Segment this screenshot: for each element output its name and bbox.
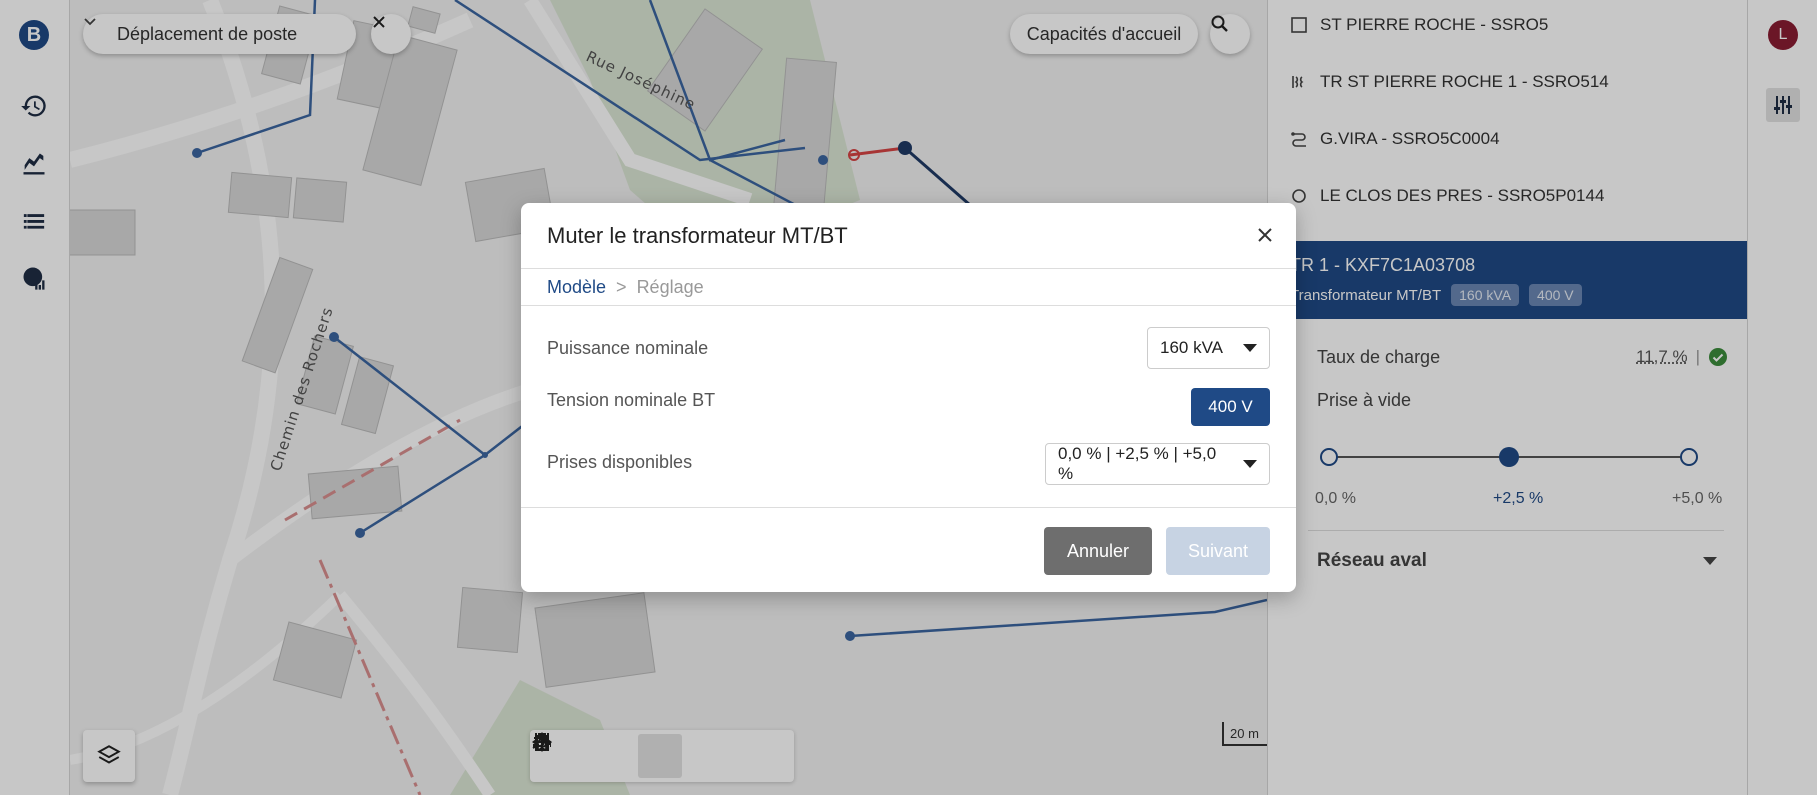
- power-label: Puissance nominale: [547, 338, 709, 358]
- power-select-value: 160 kVA: [1160, 338, 1224, 357]
- power-select[interactable]: 160 kVA: [1147, 327, 1270, 369]
- dialog-close-button[interactable]: [1251, 221, 1279, 249]
- caret-down-icon: [1243, 344, 1257, 352]
- taps-select-value: 0,0 % | +2,5 % | +5,0 %: [1058, 444, 1217, 483]
- dialog-divider: [521, 305, 1296, 306]
- dialog-title: Muter le transformateur MT/BT: [547, 223, 848, 248]
- taps-select[interactable]: 0,0 % | +2,5 % | +5,0 %: [1045, 443, 1270, 485]
- caret-down-icon: [1243, 460, 1257, 468]
- next-button[interactable]: Suivant: [1166, 527, 1270, 575]
- close-icon: [1258, 228, 1272, 242]
- breadcrumb: Modèle > Réglage: [547, 277, 704, 298]
- breadcrumb-separator: >: [616, 277, 627, 297]
- mutate-transformer-dialog: Muter le transformateur MT/BT Modèle > R…: [521, 203, 1296, 592]
- cancel-button[interactable]: Annuler: [1044, 527, 1152, 575]
- voltage-value-badge: 400 V: [1191, 388, 1270, 426]
- dialog-divider: [521, 268, 1296, 269]
- breadcrumb-step-settings[interactable]: Réglage: [637, 277, 704, 298]
- taps-label: Prises disponibles: [547, 452, 693, 472]
- breadcrumb-step-model[interactable]: Modèle: [547, 277, 606, 298]
- dialog-divider: [521, 507, 1296, 508]
- voltage-label: Tension nominale BT: [547, 390, 716, 410]
